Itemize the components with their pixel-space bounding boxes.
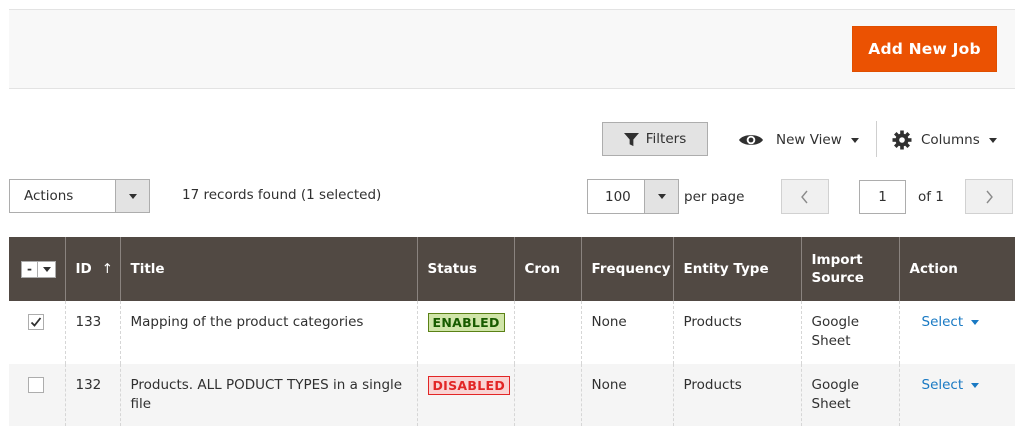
current-page-input[interactable]: 1 — [859, 180, 906, 214]
mass-select-dropdown[interactable]: - — [21, 261, 56, 278]
actions-label: Actions — [24, 188, 74, 204]
per-page-arrow[interactable] — [644, 180, 678, 213]
row-action-select[interactable]: Select — [922, 313, 980, 332]
column-header-title[interactable]: Title — [119, 237, 417, 301]
column-header-id[interactable]: ID ↑ — [64, 237, 120, 301]
chevron-down-icon — [988, 137, 997, 143]
chevron-down-icon — [971, 319, 980, 325]
checkmark-icon — [30, 317, 42, 327]
chevron-down-icon — [850, 137, 859, 143]
mass-actions-dropdown[interactable]: Actions — [9, 179, 150, 213]
view-label: New View — [776, 132, 842, 148]
per-page-label: per page — [684, 189, 745, 205]
per-page-value: 100 — [605, 189, 631, 205]
add-new-job-button[interactable]: Add New Job — [852, 26, 997, 72]
column-header-import-source[interactable]: Import Source — [800, 237, 899, 301]
cell-title: Mapping of the product categories — [119, 301, 417, 364]
cell-entity-type: Products — [672, 301, 801, 364]
cell-action: Select — [898, 301, 1015, 364]
cell-title: Products. ALL PODUCT TYPES in a single f… — [119, 364, 417, 426]
total-pages-label: of 1 — [918, 189, 944, 205]
table-row: 132 Products. ALL PODUCT TYPES in a sing… — [9, 364, 1015, 426]
row-checkbox-cell — [9, 301, 65, 364]
chevron-down-icon — [657, 194, 666, 199]
records-count: 17 records found (1 selected) — [182, 187, 382, 203]
cell-action: Select — [898, 364, 1015, 426]
select-label: Select — [921, 377, 964, 393]
row-action-select[interactable]: Select — [922, 376, 980, 395]
status-badge: ENABLED — [427, 313, 505, 332]
row-checkbox[interactable] — [28, 314, 44, 330]
row-checkbox-cell — [9, 364, 65, 426]
cell-cron — [513, 364, 581, 426]
view-switcher[interactable]: New View — [738, 128, 859, 152]
select-label: Select — [921, 314, 964, 330]
cell-frequency: None — [580, 364, 673, 426]
toolbar-divider — [876, 121, 877, 157]
cell-id: 133 — [64, 301, 120, 364]
filters-label: Filters — [645, 131, 687, 147]
chevron-right-icon — [986, 190, 993, 203]
next-page-button[interactable] — [965, 179, 1013, 214]
chevron-left-icon — [801, 190, 808, 203]
cell-import-source: Google Sheet — [800, 301, 899, 364]
status-badge: DISABLED — [427, 376, 511, 395]
filter-icon — [623, 132, 639, 146]
chevron-down-icon — [128, 193, 137, 199]
mass-select-header: - — [9, 237, 65, 301]
column-header-action: Action — [898, 237, 1015, 301]
cell-status: ENABLED — [416, 301, 514, 364]
jobs-grid: - ID ↑ Title Status Cron Frequency Entity… — [9, 237, 1015, 426]
page-actions-bar: Add New Job — [9, 9, 1015, 89]
gear-icon — [892, 130, 912, 150]
chevron-down-icon — [971, 382, 980, 388]
table-row: 133 Mapping of the product categories EN… — [9, 301, 1015, 364]
cell-entity-type: Products — [672, 364, 801, 426]
eye-icon — [739, 135, 763, 145]
columns-control[interactable]: Columns — [892, 128, 997, 152]
per-page-dropdown[interactable]: 100 — [587, 179, 679, 214]
column-header-cron[interactable]: Cron — [513, 237, 581, 301]
cell-frequency: None — [580, 301, 673, 364]
columns-label: Columns — [921, 132, 980, 148]
row-checkbox[interactable] — [28, 377, 44, 393]
column-header-frequency[interactable]: Frequency — [580, 237, 673, 301]
grid-header-row: - ID ↑ Title Status Cron Frequency Entity… — [9, 237, 1015, 301]
cell-import-source: Google Sheet — [800, 364, 899, 426]
column-id-label: ID — [75, 261, 92, 277]
actions-arrow[interactable] — [115, 180, 149, 212]
filters-button[interactable]: Filters — [602, 122, 708, 156]
cell-id: 132 — [64, 364, 120, 426]
chevron-down-icon — [42, 267, 51, 272]
mass-select-label: - — [22, 262, 38, 277]
column-header-status[interactable]: Status — [416, 237, 514, 301]
column-header-entity-type[interactable]: Entity Type — [672, 237, 801, 301]
sort-ascending-icon: ↑ — [101, 261, 114, 277]
previous-page-button[interactable] — [781, 179, 829, 214]
cell-cron — [513, 301, 581, 364]
cell-status: DISABLED — [416, 364, 514, 426]
